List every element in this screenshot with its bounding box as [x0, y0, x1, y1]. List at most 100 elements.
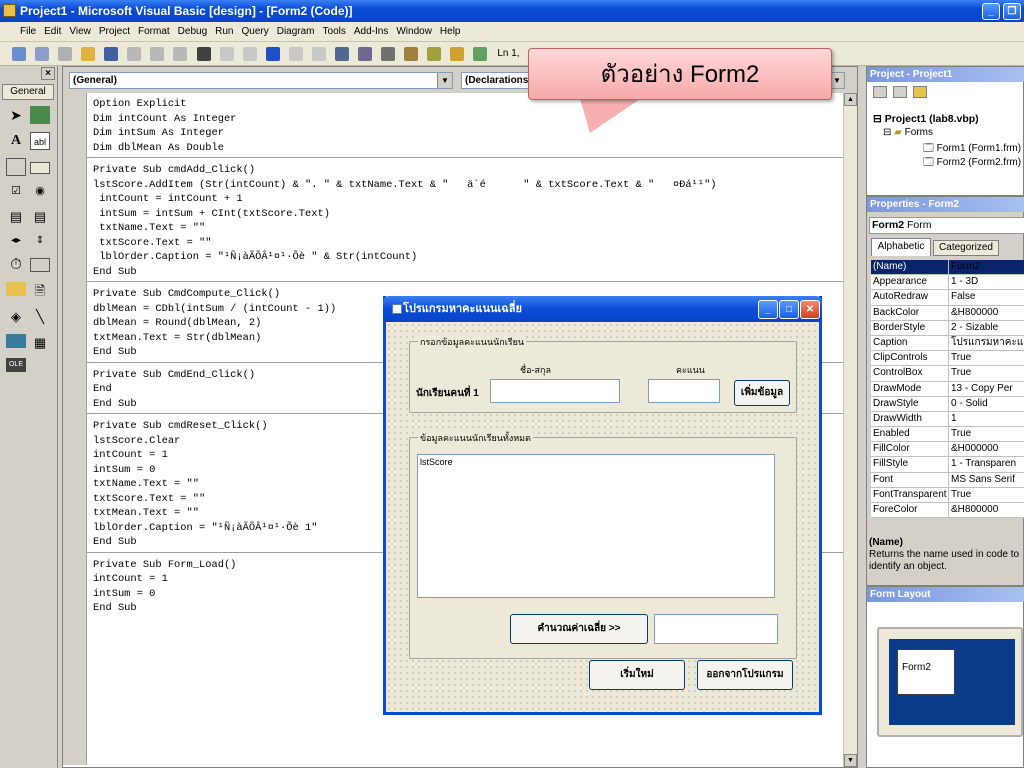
menu-item-diagram[interactable]: Diagram: [273, 22, 319, 41]
restore-button[interactable]: ❐: [1003, 3, 1021, 20]
property-row[interactable]: ForeColor &H800000: [871, 503, 1024, 519]
txtmean-output[interactable]: [654, 614, 778, 644]
property-value[interactable]: โปรแกรมหาคะแ: [949, 336, 1024, 350]
cut-icon[interactable]: [127, 47, 142, 61]
property-row[interactable]: ControlBox True: [871, 366, 1024, 382]
form-maximize-button[interactable]: □: [779, 300, 799, 319]
scroll-down-icon[interactable]: ▼: [844, 754, 857, 767]
project-explorer-icon[interactable]: [334, 47, 349, 61]
combobox-tool-icon[interactable]: ▤: [6, 208, 26, 226]
property-value[interactable]: 13 - Copy Per: [949, 382, 1024, 396]
view-code-icon[interactable]: [873, 86, 887, 98]
scroll-up-icon[interactable]: ▲: [844, 93, 857, 106]
property-row[interactable]: Caption โปรแกรมหาคะแ: [871, 335, 1024, 352]
shape-tool-icon[interactable]: ◈: [6, 308, 26, 326]
view-object-icon[interactable]: [893, 86, 907, 98]
start-icon[interactable]: [265, 47, 280, 61]
txtscore-input[interactable]: [648, 379, 720, 403]
menu-item-window[interactable]: Window: [392, 22, 436, 41]
menu-item-run[interactable]: Run: [211, 22, 237, 41]
textbox-tool-icon[interactable]: abl: [30, 132, 50, 150]
find-icon[interactable]: [196, 47, 211, 61]
chevron-down-icon[interactable]: ▼: [437, 73, 452, 88]
code-line[interactable]: Dim dblMean As Double: [93, 141, 823, 156]
property-row[interactable]: ClipControls True: [871, 351, 1024, 367]
optionbutton-tool-icon[interactable]: ◉: [30, 182, 50, 200]
code-line[interactable]: txtScore.Text = "": [93, 236, 823, 251]
property-value[interactable]: &H800000: [949, 503, 1024, 517]
save-icon[interactable]: [104, 47, 119, 61]
project-node[interactable]: ⊟ Project1 (lab8.vbp): [873, 113, 979, 125]
commandbutton-tool-icon[interactable]: [30, 162, 50, 174]
break-icon[interactable]: [288, 47, 303, 61]
property-value[interactable]: &H000000: [949, 442, 1024, 456]
menu-item-format[interactable]: Format: [134, 22, 174, 41]
reset-button[interactable]: เริ่มใหม่: [589, 660, 685, 690]
undo-icon[interactable]: [219, 47, 234, 61]
menu-item-tools[interactable]: Tools: [319, 22, 350, 41]
menu-item-edit[interactable]: Edit: [40, 22, 65, 41]
end-icon[interactable]: [311, 47, 326, 61]
toggle-folders-icon[interactable]: [913, 86, 927, 98]
property-value[interactable]: True: [949, 488, 1024, 502]
code-line[interactable]: Dim intSum As Integer: [93, 126, 823, 141]
code-line[interactable]: Dim intCount As Integer: [93, 112, 823, 127]
property-value[interactable]: 1 - Transparen: [949, 457, 1024, 471]
property-row[interactable]: Appearance 1 - 3D: [871, 275, 1024, 291]
add-data-button[interactable]: เพิ่มข้อมูล: [734, 380, 790, 406]
txtname-input[interactable]: [490, 379, 620, 403]
property-value[interactable]: True: [949, 427, 1024, 441]
paste-icon[interactable]: [173, 47, 188, 61]
timer-tool-icon[interactable]: ⏱: [6, 256, 26, 274]
property-value[interactable]: MS Sans Serif: [949, 473, 1024, 487]
property-value[interactable]: 0 - Solid: [949, 397, 1024, 411]
property-value[interactable]: 1: [949, 412, 1024, 426]
listbox-tool-icon[interactable]: ▤: [30, 208, 50, 226]
compute-mean-button[interactable]: คำนวณค่าเฉลี่ย >>: [510, 614, 648, 644]
pointer-tool-icon[interactable]: ➤: [6, 106, 26, 124]
menu-item-help[interactable]: Help: [436, 22, 465, 41]
object-browser-icon[interactable]: [404, 47, 419, 61]
code-vertical-scrollbar[interactable]: ▲ ▼: [843, 93, 857, 767]
ole-tool-icon[interactable]: OLE: [6, 358, 26, 372]
data-view-icon[interactable]: [450, 47, 465, 61]
checkbox-tool-icon[interactable]: ☑: [6, 182, 26, 200]
property-value[interactable]: &H800000: [949, 306, 1024, 320]
menu-item-debug[interactable]: Debug: [174, 22, 211, 41]
code-line[interactable]: txtName.Text = "": [93, 221, 823, 236]
property-value[interactable]: True: [949, 366, 1024, 380]
code-line[interactable]: Private Sub cmdAdd_Click(): [93, 163, 823, 178]
code-line[interactable]: lstScore.AddItem (Str(intCount) & ". " &…: [93, 178, 823, 193]
exit-program-button[interactable]: ออกจากโปรแกรม: [697, 660, 793, 690]
picturebox-tool-icon[interactable]: [30, 106, 50, 124]
property-value[interactable]: 1 - 3D: [949, 275, 1024, 289]
menu-item-addins[interactable]: Add-Ins: [350, 22, 392, 41]
form-close-button[interactable]: ✕: [800, 300, 820, 319]
menu-item-query[interactable]: Query: [237, 22, 272, 41]
property-row[interactable]: FillColor &H000000: [871, 442, 1024, 458]
image-tool-icon[interactable]: [6, 334, 26, 348]
property-row[interactable]: Enabled True: [871, 427, 1024, 443]
menu-editor-icon[interactable]: [58, 47, 73, 61]
toolbox-icon[interactable]: [427, 47, 442, 61]
menu-item-project[interactable]: Project: [95, 22, 134, 41]
property-row[interactable]: FontTransparent True: [871, 487, 1024, 503]
toolbox-general-tab[interactable]: General: [2, 84, 54, 100]
component-manager-icon[interactable]: [473, 47, 488, 61]
drivelistbox-tool-icon[interactable]: [30, 258, 50, 272]
add-form-icon[interactable]: [35, 47, 50, 61]
tab-categorized[interactable]: Categorized: [933, 240, 999, 256]
label-tool-icon[interactable]: A: [6, 132, 26, 150]
hscrollbar-tool-icon[interactable]: ◂▸: [6, 232, 26, 250]
frame-tool-icon[interactable]: [6, 158, 26, 176]
property-value[interactable]: False: [949, 290, 1024, 304]
property-row[interactable]: BorderStyle 2 - Sizable: [871, 320, 1024, 336]
add-project-icon[interactable]: [12, 47, 26, 61]
code-line[interactable]: End Sub: [93, 265, 823, 280]
filelistbox-tool-icon[interactable]: 🗎: [30, 282, 50, 300]
menu-item-file[interactable]: File: [0, 22, 40, 41]
object-combo[interactable]: (General) ▼: [69, 72, 453, 89]
dirlistbox-tool-icon[interactable]: [6, 282, 26, 296]
object-selector[interactable]: Form2 Form: [869, 217, 1024, 234]
lstscore-listbox[interactable]: lstScore: [417, 454, 775, 598]
